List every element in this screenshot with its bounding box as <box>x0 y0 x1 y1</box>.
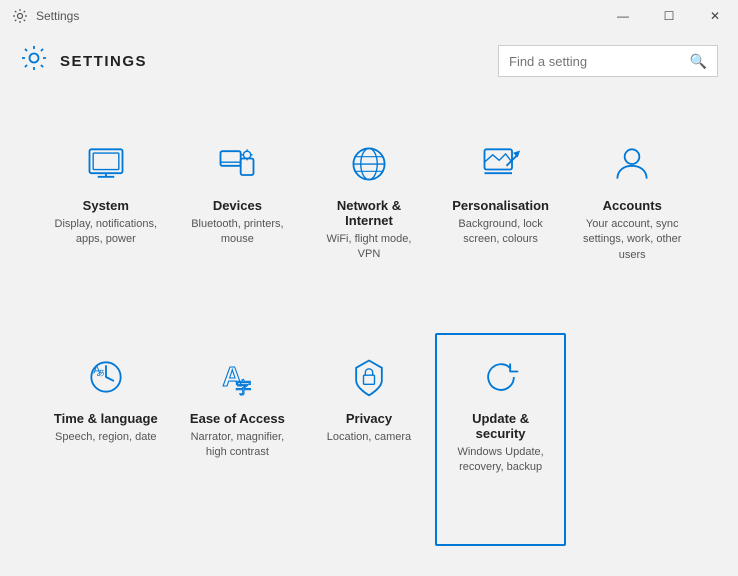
item-desc-personalisation: Background, lock screen, colours <box>447 217 555 248</box>
grid-item-network[interactable]: Network & Internet WiFi, flight mode, VPN <box>303 120 435 333</box>
grid-item-devices[interactable]: Devices Bluetooth, printers, mouse <box>172 120 304 333</box>
svg-text:字: 字 <box>236 379 253 398</box>
minimize-button[interactable]: — <box>600 0 646 32</box>
item-name-privacy: Privacy <box>346 411 392 426</box>
personalisation-icon <box>479 140 523 188</box>
item-desc-privacy: Location, camera <box>327 430 411 445</box>
accounts-icon <box>610 140 654 188</box>
svg-text:あ: あ <box>96 369 105 378</box>
item-name-network: Network & Internet <box>315 198 423 228</box>
grid-item-system[interactable]: System Display, notifications, apps, powe… <box>40 120 172 333</box>
grid-item-privacy[interactable]: Privacy Location, camera <box>303 333 435 546</box>
title-bar-controls: — ☐ ✕ <box>600 0 738 32</box>
item-name-accounts: Accounts <box>603 198 662 213</box>
title-bar-left: Settings <box>12 8 79 24</box>
grid-item-ease[interactable]: A字 Ease of Access Narrator, magnifier, hig… <box>172 333 304 546</box>
item-desc-devices: Bluetooth, printers, mouse <box>184 217 292 248</box>
settings-grid: System Display, notifications, apps, powe… <box>0 90 738 576</box>
grid-item-time[interactable]: Aあ Time & language Speech, region, date <box>40 333 172 546</box>
grid-item-accounts[interactable]: Accounts Your account, sync settings, wor… <box>566 120 698 333</box>
header-left: SETTINGS <box>20 44 147 78</box>
update-icon <box>479 353 523 401</box>
ease-icon: A字 <box>215 353 259 401</box>
devices-icon <box>215 140 259 188</box>
settings-window: Settings — ☐ ✕ SETTINGS 🔍 System Display,… <box>0 0 738 576</box>
item-desc-system: Display, notifications, apps, power <box>52 217 160 248</box>
network-icon <box>347 140 391 188</box>
close-button[interactable]: ✕ <box>692 0 738 32</box>
search-box[interactable]: 🔍 <box>498 45 718 77</box>
item-name-system: System <box>83 198 129 213</box>
settings-gear-icon <box>20 44 48 78</box>
privacy-icon <box>347 353 391 401</box>
item-name-personalisation: Personalisation <box>452 198 549 213</box>
app-header: SETTINGS 🔍 <box>0 32 738 90</box>
grid-item-update[interactable]: Update & security Windows Update, recover… <box>435 333 567 546</box>
app-title: SETTINGS <box>60 53 147 70</box>
item-name-update: Update & security <box>447 411 555 441</box>
title-text: Settings <box>36 9 79 23</box>
item-name-devices: Devices <box>213 198 262 213</box>
time-icon: Aあ <box>84 353 128 401</box>
search-icon: 🔍 <box>690 53 707 70</box>
item-desc-network: WiFi, flight mode, VPN <box>315 232 423 263</box>
search-input[interactable] <box>509 54 690 69</box>
grid-item-personalisation[interactable]: Personalisation Background, lock screen, … <box>435 120 567 333</box>
title-settings-icon <box>12 8 28 24</box>
title-bar: Settings — ☐ ✕ <box>0 0 738 32</box>
item-desc-ease: Narrator, magnifier, high contrast <box>184 430 292 461</box>
system-icon <box>84 140 128 188</box>
item-desc-time: Speech, region, date <box>55 430 157 445</box>
item-name-ease: Ease of Access <box>190 411 285 426</box>
item-name-time: Time & language <box>54 411 158 426</box>
maximize-button[interactable]: ☐ <box>646 0 692 32</box>
item-desc-accounts: Your account, sync settings, work, other… <box>578 217 686 263</box>
item-desc-update: Windows Update, recovery, backup <box>447 445 555 476</box>
